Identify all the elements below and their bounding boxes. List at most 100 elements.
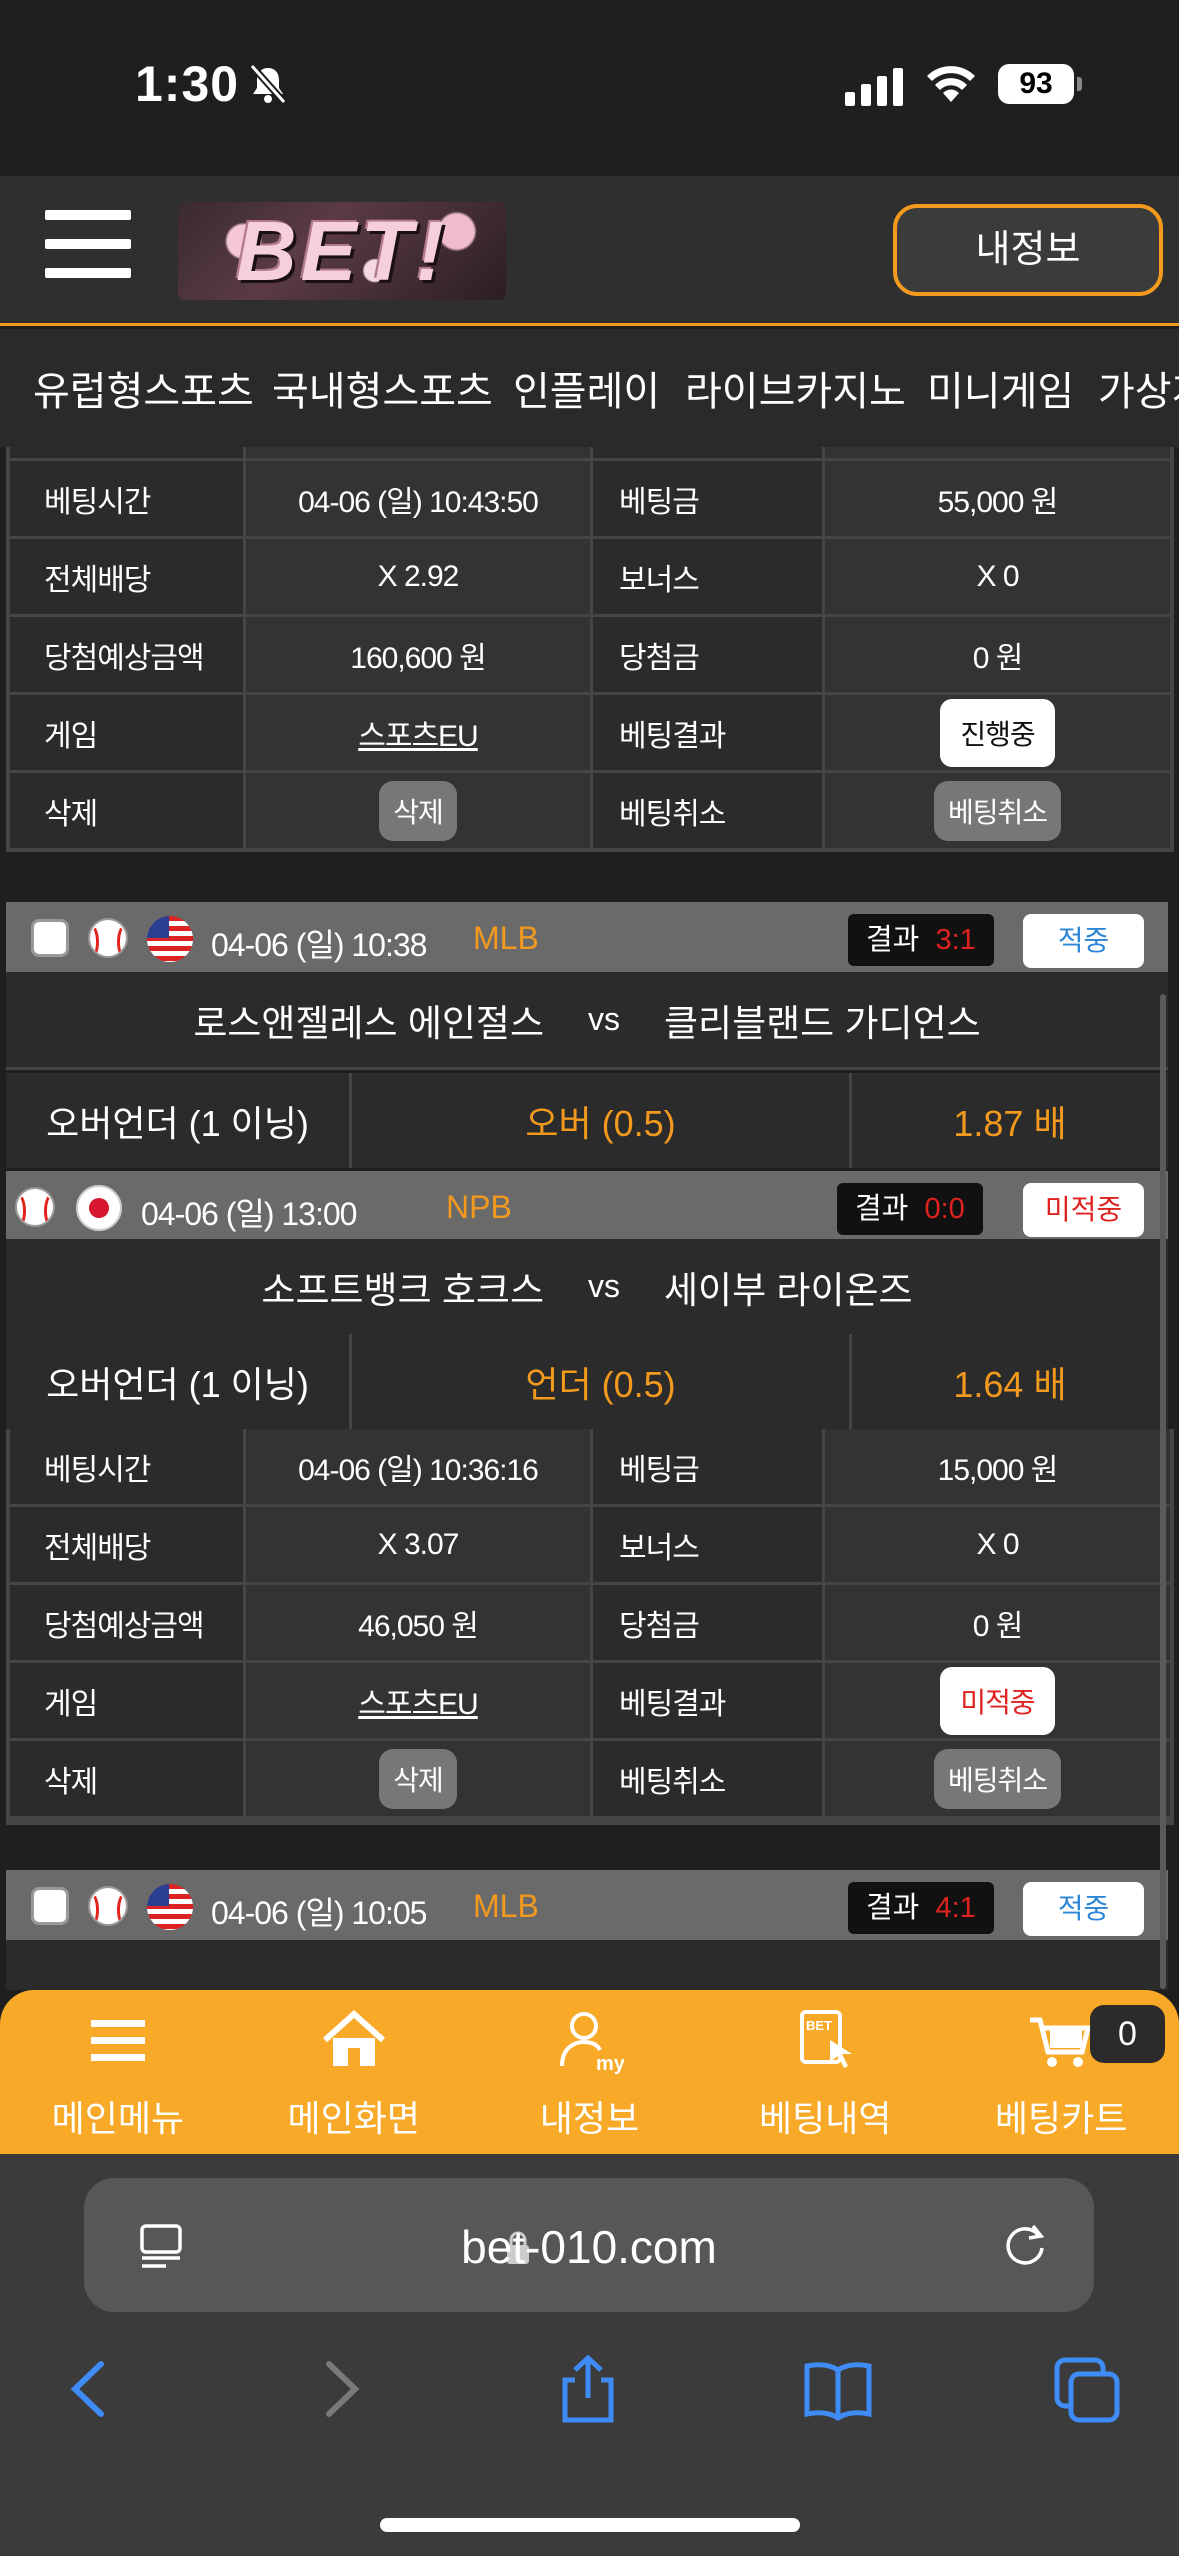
result-box: 결과 3:1 xyxy=(848,914,994,966)
value: 0 원 xyxy=(825,1585,1170,1660)
usa-flag-icon xyxy=(147,1884,193,1930)
baseball-icon xyxy=(88,1886,128,1926)
label: 베팅결과 xyxy=(593,1663,825,1738)
tab-live-casino[interactable]: 라이브카지노 xyxy=(685,359,906,417)
hamburger-menu-icon[interactable] xyxy=(45,210,131,278)
reload-icon[interactable] xyxy=(999,2218,1051,2270)
value: X 3.07 xyxy=(246,1507,593,1582)
value: 15,000 원 xyxy=(825,1429,1170,1504)
address-bar[interactable]: bet-010.com xyxy=(84,2178,1094,2312)
away-team: 클리블랜드 가디언스 xyxy=(664,1002,981,1044)
browser-toolbar: bet-010.com xyxy=(0,2154,1179,2556)
game-link[interactable]: 스포츠EU xyxy=(358,711,478,755)
value: X 0 xyxy=(825,539,1170,614)
signal-icon xyxy=(845,66,903,106)
pick-odds: 1.64 배 xyxy=(852,1334,1168,1429)
tab-euro-sports[interactable]: 유럽형스포츠 xyxy=(33,359,254,417)
pick-row: 오버언더 (1 이닝) 언더 (0.5) 1.64 배 xyxy=(6,1334,1168,1429)
value: 46,050 원 xyxy=(246,1585,593,1660)
detail-row: 당첨예상금액 46,050 원 당첨금 0 원 xyxy=(10,1585,1170,1660)
bookmarks-icon[interactable] xyxy=(803,2354,873,2424)
detail-row: 전체배당 X 3.07 보너스 X 0 xyxy=(10,1507,1170,1582)
bell-muted-icon xyxy=(249,63,287,105)
svg-text:my: my xyxy=(596,2053,624,2075)
nav-label: 내정보 xyxy=(539,2098,640,2139)
pick-name: 오버 (0.5) xyxy=(352,1073,852,1168)
market-name: 오버언더 (1 이닝) xyxy=(6,1073,352,1168)
nav-label: 메인메뉴 xyxy=(51,2098,185,2139)
delete-button[interactable]: 삭제 xyxy=(379,780,457,841)
vs-label: vs xyxy=(588,1268,621,1304)
bet-card: 베팅시간 04-06 (일) 10:43:50 베팅금 55,000 원 전체배… xyxy=(6,447,1174,852)
nav-label: 베팅카트 xyxy=(994,2098,1128,2139)
label: 게임 xyxy=(10,1663,246,1738)
tab-virtual-game[interactable]: 가상게임 xyxy=(1098,359,1179,417)
league-name: NPB xyxy=(446,1189,512,1225)
select-checkbox[interactable] xyxy=(31,1887,69,1925)
result-label: 결과 xyxy=(866,1892,920,1924)
detail-row: 게임 스포츠EU 베팅결과 진행중 xyxy=(10,695,1170,770)
label: 당첨예상금액 xyxy=(10,617,246,692)
status-time: 1:30 xyxy=(135,56,240,112)
game-date: 04-06 (일) 10:05 xyxy=(211,1895,427,1931)
forward-icon[interactable] xyxy=(305,2354,375,2424)
bet-detail-grid: 베팅시간 04-06 (일) 10:36:16 베팅금 15,000 원 전체배… xyxy=(6,1429,1174,1825)
value: X 2.92 xyxy=(246,539,593,614)
value: 0 원 xyxy=(825,617,1170,692)
detail-row: 당첨예상금액 160,600 원 당첨금 0 원 xyxy=(10,617,1170,692)
label: 당첨금 xyxy=(593,1585,825,1660)
pick-name: 언더 (0.5) xyxy=(352,1334,852,1429)
result-label: 결과 xyxy=(866,924,920,956)
detail-row: 베팅시간 04-06 (일) 10:43:50 베팅금 55,000 원 xyxy=(10,461,1170,536)
bet-ticket-icon: BET xyxy=(800,2010,853,2068)
label: 베팅시간 xyxy=(10,1429,246,1504)
share-icon[interactable] xyxy=(553,2354,623,2424)
status-badge: 미적중 xyxy=(940,1666,1055,1735)
cancel-bet-button[interactable]: 베팅취소 xyxy=(933,1748,1062,1809)
cancel-bet-button[interactable]: 베팅취소 xyxy=(933,780,1062,841)
label: 전체배당 xyxy=(10,1507,246,1582)
label: 당첨예상금액 xyxy=(10,1585,246,1660)
nav-main-menu[interactable]: 메인메뉴 xyxy=(0,1990,236,2154)
value: 160,600 원 xyxy=(246,617,593,692)
nav-myinfo[interactable]: my 내정보 xyxy=(472,1990,708,2154)
logo-text: BET! xyxy=(236,204,448,298)
category-tabs: 유럽형스포츠 국내형스포츠 인플레이 라이브카지노 미니게임 가상게임 xyxy=(0,329,1179,447)
game-link[interactable]: 스포츠EU xyxy=(358,1679,478,1723)
nav-label: 메인화면 xyxy=(287,2098,420,2139)
value: 04-06 (일) 10:43:50 xyxy=(246,461,593,536)
scrollbar[interactable] xyxy=(1160,994,1166,1989)
game-header: 04-06 (일) 10:38 MLB 결과 3:1 적중 xyxy=(6,902,1168,972)
nav-home[interactable]: 메인화면 xyxy=(236,1990,472,2154)
pick-odds: 1.87 배 xyxy=(852,1073,1168,1168)
status-badge: 진행중 xyxy=(940,698,1055,767)
teams-row: 소프트뱅크 호크스 vs 세이부 라이온즈 xyxy=(6,1239,1168,1337)
delete-button[interactable]: 삭제 xyxy=(379,1748,457,1809)
usa-flag-icon xyxy=(147,916,193,962)
value: 55,000 원 xyxy=(825,461,1170,536)
game-header: 04-06 (일) 13:00 NPB 결과 0:0 미적중 xyxy=(6,1171,1168,1239)
league-name: MLB xyxy=(473,1888,539,1924)
back-icon[interactable] xyxy=(55,2354,125,2424)
tab-domestic-sports[interactable]: 국내형스포츠 xyxy=(272,359,493,417)
label: 베팅시간 xyxy=(10,461,246,536)
site-logo[interactable]: BET! xyxy=(178,202,506,300)
nav-bet-history[interactable]: BET 베팅내역 xyxy=(707,1990,943,2154)
cart-icon xyxy=(1030,2017,1092,2067)
bet-history-list[interactable]: 베팅시간 04-06 (일) 10:43:50 베팅금 55,000 원 전체배… xyxy=(0,447,1179,1990)
label: 베팅금 xyxy=(593,1429,825,1504)
market-name: 오버언더 (1 이닝) xyxy=(6,1334,352,1429)
battery-icon: 93 xyxy=(998,64,1074,104)
tabs-icon[interactable] xyxy=(1053,2354,1123,2424)
select-checkbox[interactable] xyxy=(31,919,69,957)
tab-mini-game[interactable]: 미니게임 xyxy=(927,359,1074,417)
myinfo-button[interactable]: 내정보 xyxy=(893,204,1163,296)
status-badge: 미적중 xyxy=(1023,1183,1144,1237)
tab-inplay[interactable]: 인플레이 xyxy=(513,359,660,417)
home-team: 로스앤젤레스 에인절스 xyxy=(193,1002,545,1044)
game-date: 04-06 (일) 13:00 xyxy=(141,1196,357,1232)
baseball-icon xyxy=(88,918,128,958)
result-box: 결과 4:1 xyxy=(848,1882,994,1934)
result-label: 결과 xyxy=(855,1193,909,1225)
status-bar: 1:30 93 xyxy=(0,0,1179,176)
